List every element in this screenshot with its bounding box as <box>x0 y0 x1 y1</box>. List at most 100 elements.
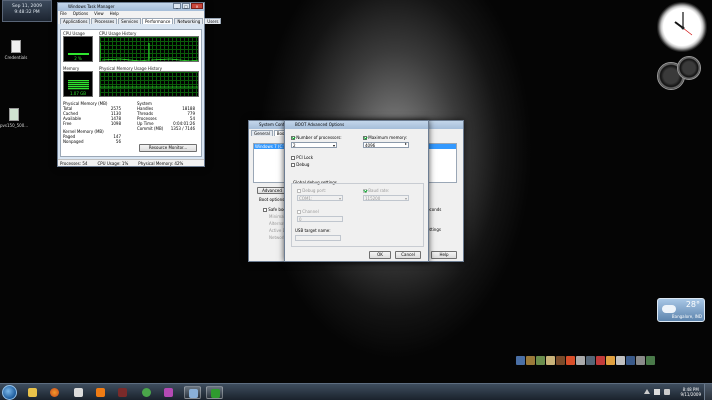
num-processors-row[interactable]: Number of processors: <box>291 135 342 140</box>
cpu-usage-value: 2 % <box>74 56 82 61</box>
boot-entry-list[interactable]: Windows 7 (C:\Windows) : Current OS; Def… <box>253 143 285 183</box>
network-icon[interactable] <box>654 389 660 395</box>
debug-port-checkbox[interactable] <box>297 189 301 193</box>
debug-row[interactable]: Debug <box>291 162 309 167</box>
tab-performance[interactable]: Performance <box>142 18 174 24</box>
messenger-icon <box>142 388 151 397</box>
taskbar-task-manager[interactable] <box>206 386 223 399</box>
app-icon[interactable] <box>556 356 565 365</box>
resource-monitor-button[interactable]: Resource Monitor... <box>139 144 197 152</box>
pci-lock-checkbox[interactable] <box>291 156 295 160</box>
taskbar-firefox[interactable] <box>46 386 63 399</box>
baud-rate-row[interactable]: Baud rate: <box>363 188 389 193</box>
app-icon[interactable] <box>516 356 525 365</box>
app-icon <box>164 388 173 397</box>
boot-advanced-titlebar[interactable]: BOOT Advanced Options <box>285 121 428 129</box>
cpu-history-graph <box>99 36 199 62</box>
app-icon[interactable] <box>576 356 585 365</box>
stat-key: Nonpaged <box>63 139 84 144</box>
status-processes: Processes: 54 <box>60 161 88 166</box>
taskbar-system-config[interactable] <box>184 386 201 399</box>
baud-rate-checkbox[interactable] <box>363 189 367 193</box>
chevron-down-icon: ▾ <box>404 196 407 201</box>
baud-rate-label: Baud rate: <box>368 188 390 193</box>
weather-gadget: 28° Bangalore, IND <box>657 298 705 322</box>
advanced-options-button[interactable]: Advanced options... <box>257 187 287 194</box>
firefox-icon <box>50 388 59 397</box>
show-hidden-icons-icon[interactable] <box>644 389 650 394</box>
app-icon[interactable] <box>596 356 605 365</box>
safe-boot-checkbox[interactable] <box>263 208 267 212</box>
taskbar-clock[interactable]: 8:48 PM 9/11/2009 <box>680 387 701 397</box>
num-processors-checkbox[interactable] <box>291 136 295 140</box>
channel-row[interactable]: Channel <box>297 209 319 214</box>
num-processors-select[interactable]: 2 ▾ <box>291 142 337 148</box>
menu-help[interactable]: Help <box>110 11 119 17</box>
cancel-button[interactable]: Cancel <box>395 251 421 259</box>
app-icon[interactable] <box>606 356 615 365</box>
taskbar-app[interactable] <box>160 386 177 399</box>
tab-processes[interactable]: Processes <box>91 18 118 24</box>
app-icon[interactable] <box>616 356 625 365</box>
taskbar-messenger[interactable] <box>138 386 155 399</box>
num-processors-value: 2 <box>293 143 296 148</box>
stat-value: 1098 <box>110 121 121 126</box>
app-icon[interactable] <box>546 356 555 365</box>
minimal-option[interactable]: Minimal <box>269 214 285 219</box>
channel-input[interactable]: 0 <box>297 216 343 222</box>
maximize-button[interactable]: □ <box>182 3 190 9</box>
channel-checkbox[interactable] <box>297 210 301 214</box>
task-manager-window: Windows Task Manager _ □ × File Options … <box>57 2 222 167</box>
menu-file[interactable]: File <box>60 11 67 17</box>
tab-applications[interactable]: Applications <box>60 18 91 24</box>
memory-meter-gadget <box>677 56 701 80</box>
taskbar-media[interactable] <box>70 386 87 399</box>
start-button[interactable] <box>2 385 17 400</box>
stat-value: 56 <box>115 139 121 144</box>
debug-checkbox[interactable] <box>291 163 295 167</box>
ok-button[interactable]: OK <box>369 251 391 259</box>
app-icon[interactable] <box>646 356 655 365</box>
document-icon <box>11 40 21 53</box>
usb-target-input[interactable] <box>295 235 341 241</box>
task-manager-titlebar[interactable]: Windows Task Manager _ □ × <box>58 3 204 11</box>
app-icon[interactable] <box>526 356 535 365</box>
menu-options[interactable]: Options <box>73 11 88 17</box>
max-memory-label: Maximum memory: <box>368 135 408 140</box>
pci-lock-row[interactable]: PCI Lock <box>291 155 313 160</box>
tab-networking[interactable]: Networking <box>174 18 204 24</box>
app-icon[interactable] <box>566 356 575 365</box>
weather-temp: 28° <box>685 300 700 309</box>
taskbar-explorer[interactable] <box>24 386 41 399</box>
stat-key: Commit (MB) <box>137 126 164 131</box>
max-memory-checkbox[interactable] <box>363 136 367 140</box>
minimize-button[interactable]: _ <box>173 3 181 9</box>
close-button[interactable]: × <box>191 3 203 9</box>
boot-entry[interactable]: Windows 7 (C:\Windows) : Current OS; Def… <box>254 144 284 149</box>
volume-icon[interactable] <box>664 389 670 395</box>
weather-location: Bangalore, IND <box>671 314 702 319</box>
app-icon[interactable] <box>536 356 545 365</box>
app-icon[interactable] <box>586 356 595 365</box>
help-button[interactable]: Help <box>431 251 457 259</box>
tab-general[interactable]: General <box>251 130 273 136</box>
date-time-gadget: Sep 11, 2009 9:48:32 PM <box>2 0 52 22</box>
baud-rate-select[interactable]: 115200 ▾ <box>363 195 409 201</box>
taskbar-app[interactable] <box>114 386 131 399</box>
max-memory-input[interactable]: 4096 ⬍ <box>363 142 409 148</box>
desktop-icon-pvs[interactable]: pvs150_500... <box>0 108 28 128</box>
taskbar-vlc[interactable] <box>92 386 109 399</box>
debug-port-row[interactable]: Debug port: <box>297 188 326 193</box>
cpu-usage-meter: 2 % <box>63 36 93 62</box>
app-icon[interactable] <box>636 356 645 365</box>
show-desktop-button[interactable] <box>704 384 712 400</box>
tab-users[interactable]: Users <box>204 18 222 24</box>
tab-services[interactable]: Services <box>118 18 142 24</box>
desktop-icon-credentials[interactable]: Credentials <box>2 40 30 60</box>
window-title: BOOT Advanced Options <box>295 122 345 127</box>
spinner-icon[interactable]: ⬍ <box>404 142 407 147</box>
debug-port-select[interactable]: COM1: ▾ <box>297 195 343 201</box>
menu-view[interactable]: View <box>94 11 104 17</box>
max-memory-row[interactable]: Maximum memory: <box>363 135 407 140</box>
app-icon[interactable] <box>626 356 635 365</box>
